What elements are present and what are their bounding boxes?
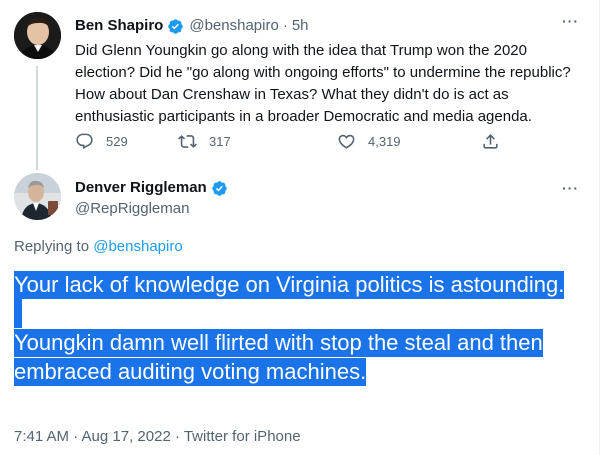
blank-line-highlight bbox=[14, 299, 22, 328]
verified-badge-icon bbox=[168, 18, 184, 34]
author-name[interactable]: Denver Riggleman bbox=[75, 179, 207, 197]
retweet-icon bbox=[178, 135, 197, 148]
replying-to-link[interactable]: @benshapiro bbox=[93, 238, 182, 255]
verified-badge-icon bbox=[211, 180, 227, 196]
reply-count: 529 bbox=[106, 134, 128, 149]
parent-tweet-text: Did Glenn Youngkin go along with the ide… bbox=[75, 42, 571, 125]
like-button[interactable]: 4,319 bbox=[337, 132, 401, 151]
heart-icon bbox=[338, 134, 355, 149]
separator-dot: · bbox=[282, 17, 288, 34]
tweet-time[interactable]: 5h bbox=[292, 17, 309, 35]
reply-paragraph-1: Your lack of knowledge on Virginia polit… bbox=[14, 271, 565, 299]
tweet-timestamp[interactable]: 7:41 AM · Aug 17, 2022 · Twitter for iPh… bbox=[14, 428, 301, 446]
thread-connector-line bbox=[36, 66, 38, 170]
avatar-photo bbox=[14, 12, 61, 59]
author-handle[interactable]: @benshapiro bbox=[189, 17, 278, 35]
tweet-thread: Ben Shapiro @benshapiro · 5h ··· Did Gle… bbox=[0, 0, 600, 455]
avatar-denver-riggleman[interactable] bbox=[14, 173, 61, 220]
retweet-button[interactable]: 317 bbox=[178, 132, 231, 151]
replying-prefix: Replying to bbox=[14, 238, 90, 255]
replying-to: Replying to @benshapiro bbox=[14, 238, 183, 256]
reply-button[interactable]: 529 bbox=[75, 132, 128, 151]
reply-icon bbox=[76, 133, 93, 150]
parent-tweet-header: Ben Shapiro @benshapiro · 5h bbox=[75, 17, 309, 35]
tweet-action-bar: 529 317 4,319 bbox=[75, 132, 505, 152]
author-handle[interactable]: @RepRiggleman bbox=[75, 200, 189, 218]
more-icon[interactable]: ··· bbox=[562, 181, 582, 195]
like-count: 4,319 bbox=[368, 134, 401, 149]
avatar-ben-shapiro[interactable] bbox=[14, 12, 61, 59]
author-name[interactable]: Ben Shapiro bbox=[75, 17, 163, 35]
reply-paragraph-2: Youngkin damn well flirted with stop the… bbox=[14, 329, 543, 386]
more-icon[interactable]: ··· bbox=[562, 14, 582, 28]
avatar-photo bbox=[14, 173, 61, 220]
share-icon bbox=[483, 134, 498, 149]
reply-author-header: Denver Riggleman bbox=[75, 179, 228, 197]
reply-tweet-text: Your lack of knowledge on Virginia polit… bbox=[14, 270, 594, 386]
retweet-count: 317 bbox=[209, 134, 231, 149]
share-button[interactable] bbox=[481, 132, 512, 151]
